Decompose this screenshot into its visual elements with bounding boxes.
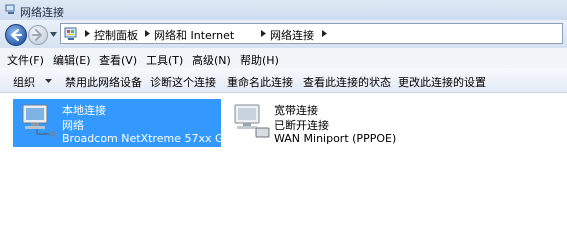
window-title: 网络连接 [20, 6, 64, 19]
connection-device: WAN Miniport (PPPOE) [274, 132, 397, 145]
address-bar[interactable]: 控制面板 网络和 Internet 网络连接 [60, 23, 563, 44]
broadband-connection-icon [234, 104, 270, 138]
rename-connection-button[interactable]: 重命名此连接 [227, 74, 293, 90]
chevron-right-icon[interactable] [260, 30, 267, 37]
chevron-right-icon[interactable] [144, 30, 151, 37]
forward-button[interactable] [28, 25, 48, 45]
chevron-right-icon[interactable] [321, 30, 328, 37]
chevron-right-icon[interactable] [84, 30, 91, 37]
menu-tools[interactable]: 工具(T) [146, 52, 183, 68]
breadcrumb-network-internet[interactable]: 网络和 Internet [154, 27, 234, 43]
organize-button[interactable]: 组织 [13, 74, 35, 90]
breadcrumb-network-connections[interactable]: 网络连接 [270, 27, 314, 43]
connection-status: 已断开连接 [274, 119, 329, 132]
network-adapter-icon [22, 104, 56, 137]
connections-list: 本地连接 网络 Broadcom NetXtreme 57xx Gi... 宽带… [0, 93, 567, 240]
back-button[interactable] [5, 24, 27, 46]
title-bar: 网络连接 [0, 0, 567, 20]
menu-edit[interactable]: 编辑(E) [53, 52, 91, 68]
breadcrumb-control-panel[interactable]: 控制面板 [94, 27, 138, 43]
network-connections-icon [5, 4, 15, 14]
menu-file[interactable]: 文件(F) [7, 52, 44, 68]
connection-name: 宽带连接 [274, 104, 318, 117]
diagnose-connection-button[interactable]: 诊断这个连接 [150, 74, 216, 90]
connection-item-broadband[interactable]: 宽带连接 已断开连接 WAN Miniport (PPPOE) [225, 99, 445, 147]
disable-device-button[interactable]: 禁用此网络设备 [65, 74, 142, 90]
connection-device: Broadcom NetXtreme 57xx Gi... [62, 132, 238, 145]
menu-bar: 文件(F) 编辑(E) 查看(V) 工具(T) 高级(N) 帮助(H) [0, 48, 567, 68]
connection-item-local[interactable]: 本地连接 网络 Broadcom NetXtreme 57xx Gi... [13, 99, 237, 147]
menu-help[interactable]: 帮助(H) [240, 52, 279, 68]
menu-advanced[interactable]: 高级(N) [192, 52, 231, 68]
recent-pages-dropdown-icon[interactable] [50, 32, 57, 37]
connection-status: 网络 [62, 119, 84, 132]
menu-view[interactable]: 查看(V) [99, 52, 137, 68]
view-status-button[interactable]: 查看此连接的状态 [303, 74, 391, 90]
change-settings-button[interactable]: 更改此连接的设置 [398, 74, 486, 90]
dropdown-arrow-icon[interactable] [45, 79, 52, 83]
navigation-bar: 控制面板 网络和 Internet 网络连接 [0, 20, 567, 48]
command-bar: 组织 禁用此网络设备 诊断这个连接 重命名此连接 查看此连接的状态 更改此连接的… [0, 68, 567, 93]
arrow-right-icon [32, 29, 42, 41]
connection-name: 本地连接 [62, 104, 106, 117]
control-panel-icon [64, 27, 77, 40]
arrow-left-icon [10, 28, 23, 42]
